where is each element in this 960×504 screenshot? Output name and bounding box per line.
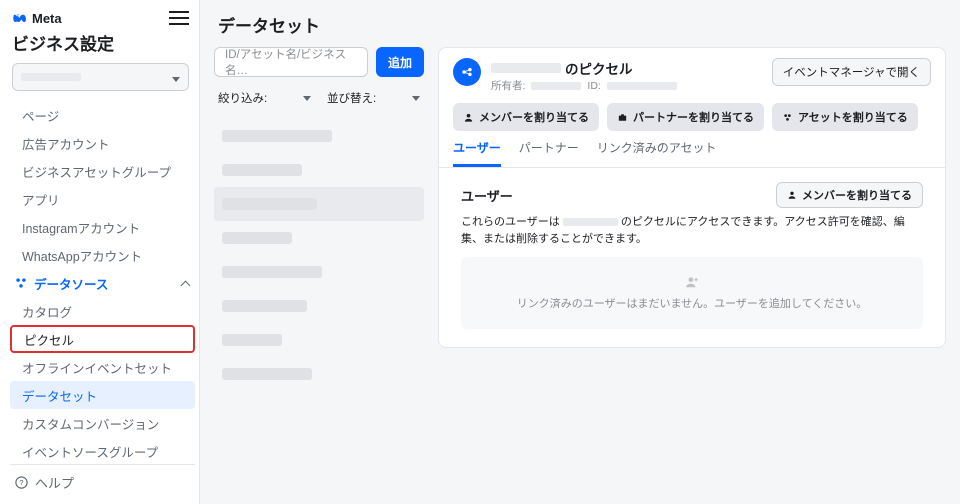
chevron-up-icon <box>182 276 189 290</box>
sidebar-item-ad-accounts[interactable]: 広告アカウント <box>10 129 195 157</box>
detail-column: のピクセル 所有者: ID: イベントマネージャで開く <box>438 47 946 504</box>
help-icon: ? <box>14 475 29 490</box>
list-item[interactable] <box>214 323 424 357</box>
tab-partners[interactable]: パートナー <box>519 139 579 167</box>
open-events-manager-button[interactable]: イベントマネージャで開く <box>772 58 931 86</box>
pixel-icon <box>453 58 481 86</box>
list-item[interactable] <box>214 119 424 153</box>
user-icon <box>787 190 797 200</box>
account-selector[interactable] <box>12 63 189 91</box>
sidebar-item-event-source-groups[interactable]: イベントソースグループ <box>10 437 195 460</box>
data-sources-icon <box>14 276 28 290</box>
sidebar-help[interactable]: ? ヘルプ <box>10 464 195 500</box>
detail-card: のピクセル 所有者: ID: イベントマネージャで開く <box>438 47 946 348</box>
tab-users[interactable]: ユーザー <box>453 139 501 167</box>
caret-down-icon <box>172 70 180 85</box>
sidebar: Meta ビジネス設定 ページ 広告アカウント ビジネスアセットグループ アプリ… <box>0 0 200 504</box>
assign-members-button-secondary[interactable]: メンバーを割り当てる <box>776 182 923 208</box>
detail-tabs: ユーザー パートナー リンク済みのアセット <box>439 131 945 168</box>
sidebar-item-offline-events[interactable]: オフラインイベントセット <box>10 353 195 381</box>
users-section-description: これらのユーザーは のピクセルにアクセスできます。アクセス許可を確認、編集、また… <box>461 214 923 247</box>
sort-select[interactable]: 並び替え: <box>323 85 424 111</box>
asset-list <box>214 119 424 504</box>
hamburger-icon[interactable] <box>169 10 189 26</box>
sidebar-section-data-sources[interactable]: データソース <box>10 269 195 297</box>
user-icon <box>463 112 474 123</box>
detail-title: のピクセル <box>491 58 677 78</box>
users-empty-state: リンク済みのユーザーはまだいません。ユーザーを追加してください。 <box>461 257 923 329</box>
sidebar-item-instagram[interactable]: Instagramアカウント <box>10 213 195 241</box>
list-item[interactable] <box>214 221 424 255</box>
list-item[interactable] <box>214 187 424 221</box>
users-section-title: ユーザー <box>461 186 513 205</box>
filter-select[interactable]: 絞り込み: <box>214 85 315 111</box>
asset-icon <box>782 112 793 123</box>
svg-text:?: ? <box>19 478 23 487</box>
sidebar-item-datasets[interactable]: データセット <box>10 381 195 409</box>
briefcase-icon <box>617 112 628 123</box>
sidebar-nav: ページ 広告アカウント ビジネスアセットグループ アプリ Instagramアカ… <box>10 97 195 460</box>
list-item[interactable] <box>214 255 424 289</box>
meta-logo: Meta <box>12 10 62 26</box>
asset-list-column: ID/アセット名/ビジネス名… 追加 絞り込み: 並び替え: <box>214 47 424 504</box>
user-plus-icon <box>685 275 699 289</box>
sidebar-item-asset-groups[interactable]: ビジネスアセットグループ <box>10 157 195 185</box>
sidebar-item-whatsapp[interactable]: WhatsAppアカウント <box>10 241 195 269</box>
caret-down-icon <box>412 92 420 104</box>
add-button[interactable]: 追加 <box>376 47 424 77</box>
tab-body-users: ユーザー メンバーを割り当てる これらのユーザーは のピクセルにアクセスできます… <box>439 168 945 347</box>
list-item[interactable] <box>214 289 424 323</box>
meta-brand-text: Meta <box>32 11 62 26</box>
detail-meta: 所有者: ID: <box>491 78 677 93</box>
assign-assets-button[interactable]: アセットを割り当てる <box>772 103 918 131</box>
sidebar-item-pixels[interactable]: ピクセル <box>10 325 195 353</box>
sidebar-item-catalog[interactable]: カタログ <box>10 297 195 325</box>
tab-linked-assets[interactable]: リンク済みのアセット <box>597 139 717 167</box>
caret-down-icon <box>303 92 311 104</box>
meta-icon <box>12 10 28 26</box>
list-item[interactable] <box>214 153 424 187</box>
sidebar-item-custom-conversions[interactable]: カスタムコンバージョン <box>10 409 195 437</box>
page-title: データセット <box>200 0 960 47</box>
assign-members-button[interactable]: メンバーを割り当てる <box>453 103 599 131</box>
list-item[interactable] <box>214 357 424 391</box>
sidebar-item-pages[interactable]: ページ <box>10 101 195 129</box>
assign-partners-button[interactable]: パートナーを割り当てる <box>607 103 764 131</box>
sidebar-title: ビジネス設定 <box>10 28 195 63</box>
main-panel: データセット ID/アセット名/ビジネス名… 追加 絞り込み: 並び替え: <box>200 0 960 504</box>
account-name-placeholder <box>21 73 81 81</box>
search-input[interactable]: ID/アセット名/ビジネス名… <box>214 47 368 77</box>
sidebar-item-apps[interactable]: アプリ <box>10 185 195 213</box>
